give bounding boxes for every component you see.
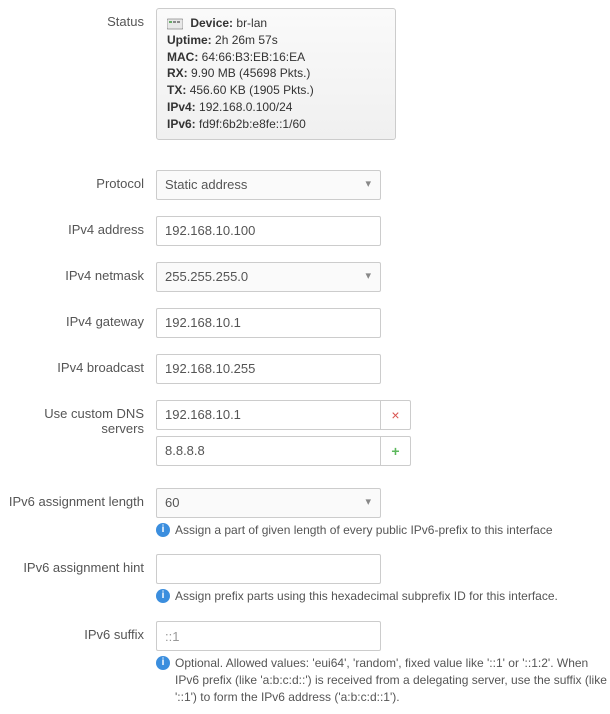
ipv4-netmask-label: IPv4 netmask <box>0 262 156 283</box>
ipv4-netmask-select[interactable]: 255.255.255.0 <box>156 262 381 292</box>
protocol-label: Protocol <box>0 170 156 191</box>
ipv6-suffix-label: IPv6 suffix <box>0 621 156 642</box>
dns-remove-button[interactable]: × <box>381 400 411 430</box>
dns-server-input-2[interactable] <box>156 436 381 466</box>
status-ipv4-label: IPv4: <box>167 100 196 114</box>
status-uptime-label: Uptime: <box>167 33 212 47</box>
status-mac-value: 64:66:B3:EB:16:EA <box>202 50 305 64</box>
ipv6-assign-hint-input[interactable] <box>156 554 381 584</box>
ipv6-assign-len-label: IPv6 assignment length <box>0 488 156 509</box>
ipv4-broadcast-label: IPv4 broadcast <box>0 354 156 375</box>
status-uptime-value: 2h 26m 57s <box>215 33 278 47</box>
ipv6-assign-hint-hint: i Assign prefix parts using this hexadec… <box>156 588 610 605</box>
remove-icon: × <box>391 408 399 422</box>
dns-add-button[interactable]: + <box>381 436 411 466</box>
status-mac-label: MAC: <box>167 50 198 64</box>
protocol-select[interactable]: Static address <box>156 170 381 200</box>
info-icon: i <box>156 589 170 603</box>
status-rx-value: 9.90 MB (45698 Pkts.) <box>191 66 310 80</box>
ipv6-assign-len-select[interactable]: 60 <box>156 488 381 518</box>
info-icon: i <box>156 656 170 670</box>
status-device-label: Device: <box>190 16 233 30</box>
ipv6-suffix-hint: i Optional. Allowed values: 'eui64', 'ra… <box>156 655 610 705</box>
ipv4-address-input[interactable] <box>156 216 381 246</box>
network-device-icon <box>167 18 183 30</box>
status-ipv6-value: fd9f:6b2b:e8fe::1/60 <box>199 117 306 131</box>
info-icon: i <box>156 523 170 537</box>
status-tx-label: TX: <box>167 83 186 97</box>
status-rx-label: RX: <box>167 66 188 80</box>
custom-dns-label: Use custom DNS servers <box>0 400 156 436</box>
ipv6-suffix-input[interactable] <box>156 621 381 651</box>
ipv6-assign-len-hint: i Assign a part of given length of every… <box>156 522 610 539</box>
status-label: Status <box>0 8 156 29</box>
status-device-value: br-lan <box>236 16 267 30</box>
ipv4-broadcast-input[interactable] <box>156 354 381 384</box>
ipv4-address-label: IPv4 address <box>0 216 156 237</box>
status-ipv6-label: IPv6: <box>167 117 196 131</box>
ipv4-gateway-label: IPv4 gateway <box>0 308 156 329</box>
status-box: Device: br-lan Uptime: 2h 26m 57s MAC: 6… <box>156 8 396 140</box>
dns-server-input-1[interactable] <box>156 400 381 430</box>
status-tx-value: 456.60 KB (1905 Pkts.) <box>190 83 314 97</box>
add-icon: + <box>391 444 399 458</box>
ipv6-assign-hint-label: IPv6 assignment hint <box>0 554 156 575</box>
ipv4-gateway-input[interactable] <box>156 308 381 338</box>
status-ipv4-value: 192.168.0.100/24 <box>199 100 292 114</box>
